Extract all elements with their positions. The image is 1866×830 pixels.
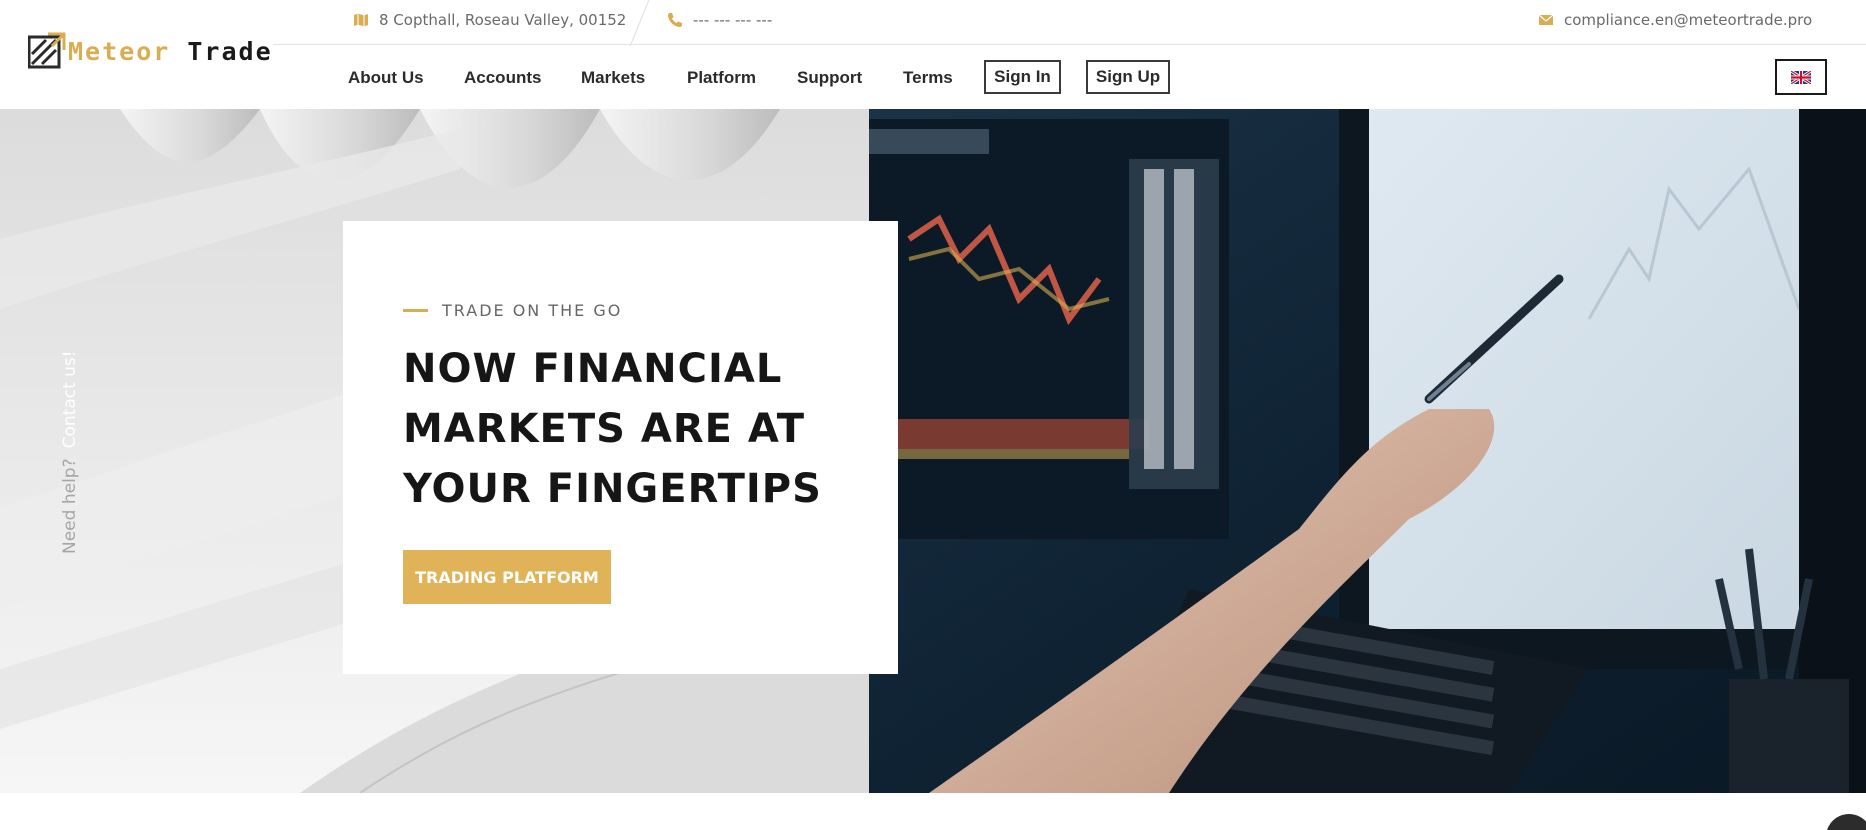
scroll-to-top-button[interactable]: [1826, 814, 1866, 830]
nav-markets[interactable]: Markets: [581, 68, 645, 88]
topbar-phone[interactable]: --- --- --- ---: [667, 11, 772, 29]
hero-section: Need help? Contact us! TRADE ON THE GO NO…: [0, 109, 1866, 793]
nav-accounts[interactable]: Accounts: [464, 68, 541, 88]
nav-platform[interactable]: Platform: [687, 68, 756, 88]
eyebrow-accent-line: [403, 309, 428, 312]
contact-sidebar-link[interactable]: Need help? Contact us!: [60, 324, 90, 554]
hero-photo-trader: [869, 109, 1866, 793]
headline-line-2: MARKETS ARE AT: [403, 406, 806, 452]
hero-card: TRADE ON THE GO NOW FINANCIAL MARKETS AR…: [343, 221, 898, 674]
nav-terms[interactable]: Terms: [903, 68, 953, 88]
headline-line-1: NOW FINANCIAL: [403, 346, 783, 392]
page: Meteor Trade 8 Copthall, Roseau Valley, …: [0, 0, 1866, 830]
nav-about-us[interactable]: About Us: [348, 68, 424, 88]
phone-text: --- --- --- ---: [693, 11, 773, 29]
eyebrow-text: TRADE ON THE GO: [442, 301, 623, 320]
trader-monitor-photo: [869, 109, 1866, 793]
headline-line-3: YOUR FINGERTIPS: [403, 466, 822, 512]
hero-eyebrow: TRADE ON THE GO: [403, 301, 622, 320]
topbar: 8 Copthall, Roseau Valley, 00152 --- ---…: [273, 0, 1866, 46]
need-help-text: Need help?: [60, 458, 80, 554]
sign-up-button[interactable]: Sign Up: [1086, 60, 1170, 94]
envelope-icon: [1538, 14, 1554, 25]
contact-us-text[interactable]: Contact us!: [60, 350, 80, 448]
uk-flag-icon: [1791, 70, 1811, 84]
phone-icon: [668, 13, 682, 27]
language-selector[interactable]: [1775, 59, 1827, 95]
map-icon: [354, 13, 368, 27]
email-text: compliance.en@meteortrade.pro: [1564, 11, 1813, 29]
sign-in-button[interactable]: Sign In: [984, 60, 1061, 94]
trading-platform-button[interactable]: TRADING PLATFORM: [403, 550, 611, 604]
nav-support[interactable]: Support: [797, 68, 862, 88]
topbar-address: 8 Copthall, Roseau Valley, 00152: [353, 11, 626, 29]
address-text: 8 Copthall, Roseau Valley, 00152: [379, 11, 627, 29]
site-header: Meteor Trade 8 Copthall, Roseau Valley, …: [0, 0, 1866, 109]
hero-headline: NOW FINANCIAL MARKETS ARE AT YOUR FINGER…: [403, 339, 873, 519]
topbar-email[interactable]: compliance.en@meteortrade.pro: [1538, 11, 1812, 29]
topbar-divider: [629, 0, 650, 46]
main-nav: About Us Accounts Markets Platform Suppo…: [0, 46, 1866, 109]
